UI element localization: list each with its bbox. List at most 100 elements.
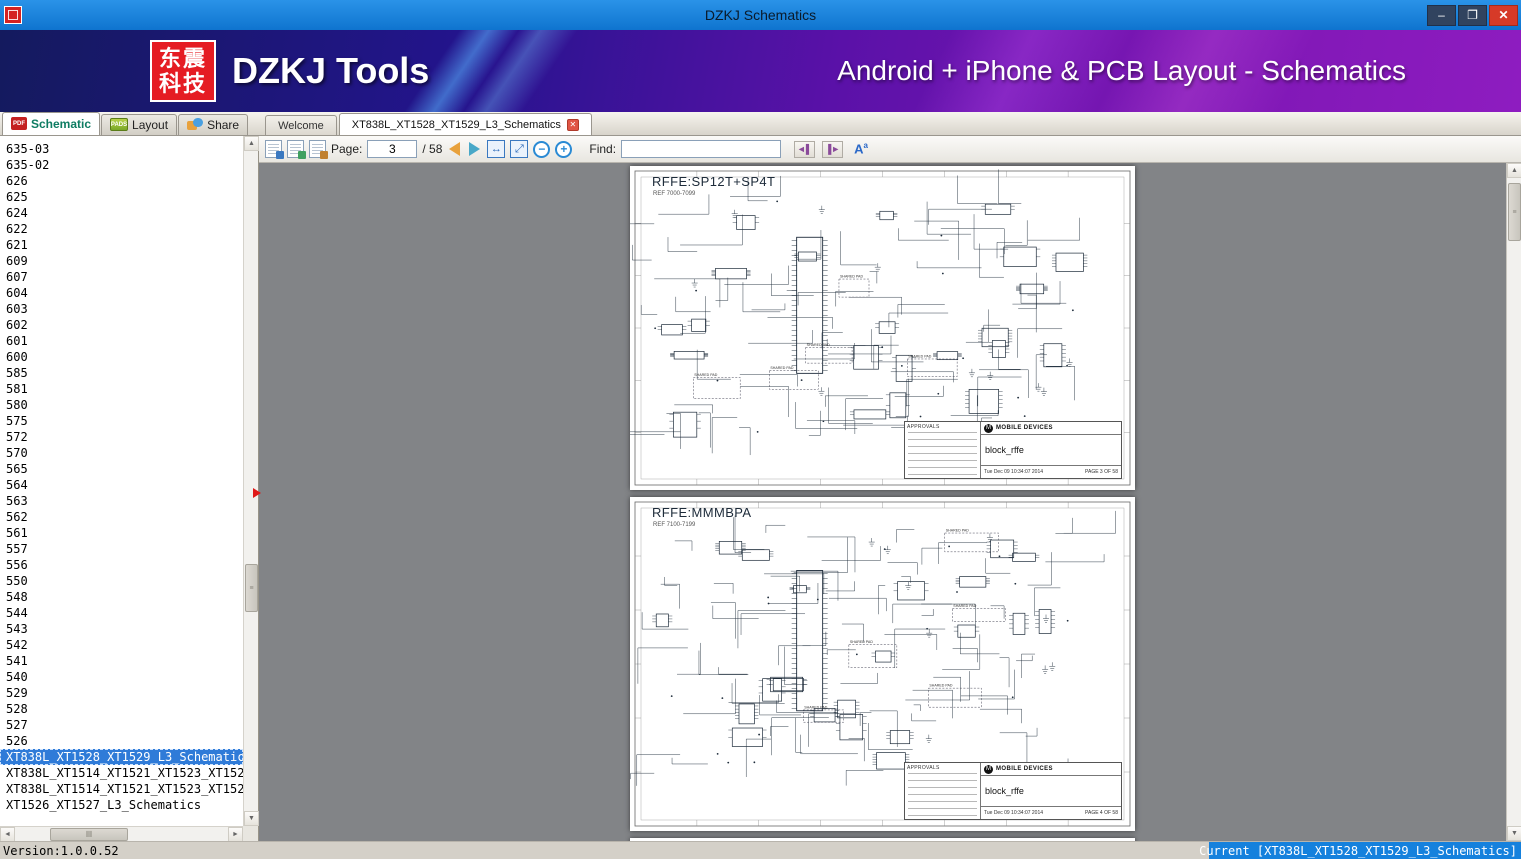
list-item[interactable]: XT838L_XT1528_XT1529_L3_Schematics [0, 749, 243, 765]
list-item[interactable]: 625 [0, 189, 243, 205]
list-item[interactable]: 562 [0, 509, 243, 525]
list-item[interactable]: 635-03 [0, 141, 243, 157]
list-item[interactable]: 622 [0, 221, 243, 237]
splitter-collapse-arrow[interactable] [253, 488, 261, 498]
tab-share-label: Share [207, 117, 240, 132]
schematic-list-sidebar: 635-03 635-02 626 625 624 622 621 609 607 604 603 6… [0, 136, 259, 842]
font-size-icon[interactable]: Aa [854, 141, 868, 156]
list-item[interactable]: 556 [0, 557, 243, 573]
find-input[interactable] [621, 140, 782, 158]
fit-width-icon[interactable]: ↔ [487, 140, 506, 158]
find-label: Find: [589, 142, 617, 156]
list-item[interactable]: 565 [0, 461, 243, 477]
brand-row: M MOBILE DEVICES [981, 422, 1121, 435]
list-item[interactable]: 621 [0, 237, 243, 253]
list-item[interactable]: 540 [0, 669, 243, 685]
scroll-up-icon[interactable]: ▲ [244, 136, 259, 151]
schematic-title: RFFE:SP12T+SP4T [652, 174, 776, 189]
viewer-vertical-scrollbar[interactable]: ▲ ≡ ▼ [1506, 163, 1521, 841]
find-next-icon[interactable]: ▐► [822, 140, 844, 158]
zoom-out-icon[interactable]: − [533, 140, 551, 158]
doctab-active-label: XT838L_XT1528_XT1529_L3_Schematics [351, 118, 561, 131]
next-page-icon[interactable] [469, 142, 481, 156]
scroll-down-icon[interactable]: ▼ [244, 811, 259, 826]
list-item[interactable]: XT1526_XT1527_L3_Schematics [0, 797, 243, 813]
list-item[interactable]: 603 [0, 301, 243, 317]
list-item[interactable]: 602 [0, 317, 243, 333]
list-item[interactable]: 544 [0, 605, 243, 621]
list-item[interactable]: 604 [0, 285, 243, 301]
list-item[interactable]: 527 [0, 717, 243, 733]
motorola-logo-icon: M [984, 423, 993, 433]
doctab-welcome[interactable]: Welcome [265, 115, 337, 135]
list-item[interactable]: 601 [0, 333, 243, 349]
viewer-vscroll-thumb[interactable]: ≡ [1508, 183, 1521, 241]
tab-share[interactable]: Share [178, 114, 249, 135]
page-total-label: / 58 [422, 142, 443, 156]
list-item[interactable]: 600 [0, 349, 243, 365]
svg-text:SHARED PAD: SHARED PAD [840, 275, 864, 279]
svg-text:SHARED PAD: SHARED PAD [770, 366, 794, 370]
find-previous-icon[interactable]: ◄▌ [794, 140, 816, 158]
block-title: block_rffe [981, 435, 1121, 466]
doctab-close-icon[interactable]: ✕ [566, 118, 579, 131]
tab-schematic[interactable]: PDF Schematic [2, 112, 101, 135]
snapshot-icon[interactable] [309, 140, 328, 159]
list-item[interactable]: 543 [0, 621, 243, 637]
page-note: PAGE 3 OF 58 [1085, 469, 1118, 475]
list-item[interactable]: 561 [0, 525, 243, 541]
tab-layout[interactable]: PADS Layout [101, 114, 178, 135]
viewer-scroll-up-icon[interactable]: ▲ [1507, 163, 1521, 178]
page-thumbnail-icon[interactable] [265, 140, 284, 159]
title-block-footer: Tue Dec 09 10:34:07 2014 PAGE 3 OF 58 [981, 466, 1121, 478]
list-item[interactable]: 548 [0, 589, 243, 605]
list-item[interactable]: 626 [0, 173, 243, 189]
tab-layout-label: Layout [132, 117, 169, 132]
fit-page-icon[interactable]: ⤢ [510, 140, 529, 158]
list-item[interactable]: 541 [0, 653, 243, 669]
list-item[interactable]: 607 [0, 269, 243, 285]
doctab-welcome-label: Welcome [278, 119, 324, 132]
app-icon [4, 6, 22, 24]
list-item[interactable]: 580 [0, 397, 243, 413]
list-item[interactable]: XT838L_XT1514_XT1521_XT1523_XT1524_XT1 [0, 781, 243, 797]
list-item[interactable]: 563 [0, 493, 243, 509]
list-item[interactable]: 570 [0, 445, 243, 461]
list-item[interactable]: 635-02 [0, 157, 243, 173]
list-item[interactable]: 609 [0, 253, 243, 269]
page-number-input[interactable] [367, 140, 418, 158]
viewer-scroll-down-icon[interactable]: ▼ [1507, 826, 1521, 841]
list-item[interactable]: 550 [0, 573, 243, 589]
close-button[interactable]: ✕ [1489, 4, 1518, 26]
current-document-label: Current [XT838L_XT1528_XT1529_L3_Schemat… [1199, 842, 1521, 859]
list-item[interactable]: 572 [0, 429, 243, 445]
previous-page-icon[interactable] [449, 142, 461, 156]
list-item[interactable]: 529 [0, 685, 243, 701]
doctab-active-document[interactable]: XT838L_XT1528_XT1529_L3_Schematics ✕ [338, 113, 592, 135]
scroll-left-icon[interactable]: ◄ [0, 827, 15, 842]
list-item[interactable]: 528 [0, 701, 243, 717]
sidebar-hscroll-thumb[interactable]: ⦀⦀ [50, 828, 128, 841]
modified-date: Tue Dec 09 10:34:07 2014 [984, 469, 1044, 475]
sidebar-vscroll-thumb[interactable]: ≡ [245, 564, 258, 612]
list-item[interactable]: 564 [0, 477, 243, 493]
zoom-in-icon[interactable]: + [555, 140, 573, 158]
list-item[interactable]: XT838L_XT1514_XT1521_XT1523_XT1524_XT1 [0, 765, 243, 781]
list-item[interactable]: 585 [0, 365, 243, 381]
list-item[interactable]: 581 [0, 381, 243, 397]
list-item[interactable]: 557 [0, 541, 243, 557]
sidebar-horizontal-scrollbar[interactable]: ◄ ⦀⦀ ► [0, 826, 243, 842]
list-item[interactable]: 542 [0, 637, 243, 653]
list-item[interactable]: 624 [0, 205, 243, 221]
sidebar-vertical-scrollbar[interactable]: ▲ ≡ ▼ [243, 136, 259, 826]
page-label: Page: [331, 142, 363, 156]
brand-title: DZKJ Tools [232, 50, 430, 91]
list-item[interactable]: 526 [0, 733, 243, 749]
modified-date: Tue Dec 09 10:34:07 2014 [984, 810, 1044, 816]
minimize-button[interactable]: – [1427, 4, 1456, 26]
copy-page-icon[interactable] [287, 140, 306, 159]
schematic-ref: REF 7100-7199 [653, 522, 696, 528]
maximize-button[interactable]: ❐ [1458, 4, 1487, 26]
list-item[interactable]: 575 [0, 413, 243, 429]
scroll-right-icon[interactable]: ► [228, 827, 243, 842]
